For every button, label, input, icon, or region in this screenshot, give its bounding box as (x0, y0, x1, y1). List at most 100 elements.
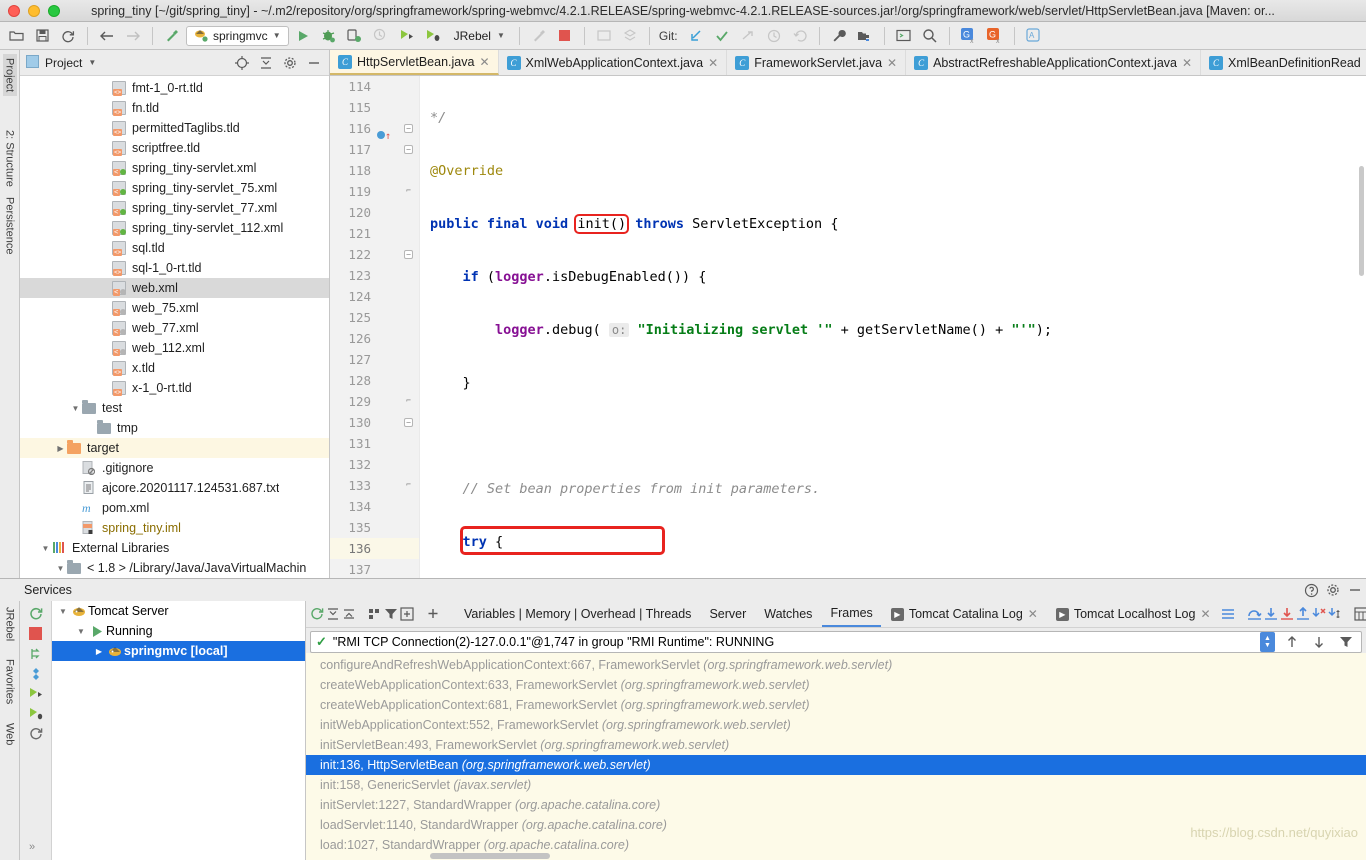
gutter-line[interactable]: 115 (330, 97, 419, 118)
project-tree-item[interactable]: tmp (20, 418, 329, 438)
frame-row[interactable]: init:158, GenericServlet (javax.servlet) (306, 775, 1366, 795)
gutter-line[interactable]: 118 (330, 160, 419, 181)
expand-all-icon[interactable] (326, 603, 340, 625)
translate-ocr-icon[interactable]: Gx (983, 24, 1007, 48)
chevron-toggle-icon[interactable]: ▼ (56, 607, 70, 616)
frame-row[interactable]: createWebApplicationContext:633, Framewo… (306, 675, 1366, 695)
gutter-line[interactable]: 124 (330, 286, 419, 307)
stop-icon[interactable] (553, 24, 577, 48)
back-arrow-icon[interactable] (95, 24, 119, 48)
gutter-line[interactable]: 125 (330, 307, 419, 328)
code-fold-icon[interactable]: − (404, 418, 413, 427)
layout-icon[interactable] (368, 603, 382, 625)
gutter-line[interactable]: 128 (330, 370, 419, 391)
project-tree-item[interactable]: ▼ test (20, 398, 329, 418)
frame-row[interactable]: initWebApplicationContext:552, Framework… (306, 715, 1366, 735)
project-tree-item[interactable]: web_112.xml (20, 338, 329, 358)
gutter-line[interactable]: 116 ↑ − (330, 118, 419, 142)
gutter-line[interactable]: 134 (330, 496, 419, 517)
close-icon[interactable]: ✕ (479, 55, 489, 69)
editor-tab[interactable]: CXmlBeanDefinitionRead✕ (1201, 50, 1366, 75)
chevron-down-icon[interactable]: ▼ (88, 58, 96, 67)
sidebar-item-favorites[interactable]: Favorites (3, 655, 17, 708)
project-tree-item[interactable]: ajcore.20201117.124531.687.txt (20, 478, 329, 498)
chevron-toggle-icon[interactable]: ▶ (92, 647, 106, 656)
step-out-icon[interactable] (1296, 603, 1310, 625)
project-tree-item[interactable]: scriptfree.tld (20, 138, 329, 158)
project-tree-item[interactable]: permittedTaglibs.tld (20, 118, 329, 138)
run-icon[interactable] (291, 24, 315, 48)
project-tree-item[interactable]: spring_tiny-servlet.xml (20, 158, 329, 178)
jrebel-run-icon[interactable] (29, 687, 42, 700)
chevron-toggle-icon[interactable]: ▼ (74, 627, 88, 636)
gutter-line[interactable]: 132 (330, 454, 419, 475)
run-configuration-selector[interactable]: springmvc ▼ (186, 25, 289, 46)
run-to-cursor-icon[interactable] (1327, 603, 1342, 625)
editor-tab[interactable]: C XmlWebApplicationContext.java ✕ (499, 50, 728, 75)
tab-frames[interactable]: Frames (822, 601, 881, 627)
gutter-line[interactable]: 129 ⌐ (330, 391, 419, 412)
console-lines-icon[interactable] (1221, 603, 1235, 625)
sidebar-item-structure[interactable]: 2: Structure (3, 126, 17, 191)
hide-panel-icon[interactable] (305, 54, 323, 72)
code-fold-icon[interactable]: − (404, 250, 413, 259)
chevron-down-icon[interactable]: ▼ (497, 31, 505, 40)
editor-code[interactable]: */ @Override public final void init() th… (420, 76, 1366, 602)
frame-row[interactable]: createWebApplicationContext:681, Framewo… (306, 695, 1366, 715)
project-tree-item[interactable]: ▼ < 1.8 > /Library/Java/JavaVirtualMachin (20, 558, 329, 578)
help-icon[interactable] (1300, 580, 1322, 600)
new-tab-icon[interactable] (400, 603, 414, 625)
step-into-icon[interactable] (1264, 603, 1278, 625)
code-fold-icon[interactable]: ⌐ (404, 187, 413, 196)
deploy-icon[interactable] (29, 667, 42, 680)
git-commit-icon[interactable] (710, 24, 734, 48)
code-fold-icon[interactable]: − (404, 145, 413, 154)
services-tree[interactable]: ▼ Tomcat Server ▼ Running ▶ springmvc [local] (52, 601, 306, 860)
gutter-line[interactable]: 117 − (330, 139, 419, 160)
minimize-icon[interactable] (1344, 580, 1366, 600)
editor-scrollbar[interactable] (1359, 166, 1364, 276)
tab-tomcat-localhost-log[interactable]: ▶ Tomcat Localhost Log ✕ (1048, 601, 1219, 627)
sidebar-item-web[interactable]: Web (3, 719, 17, 749)
debug-tab-bar[interactable]: Variables | Memory | Overhead | Threads … (306, 601, 1366, 628)
gutter-line[interactable]: 127 (330, 349, 419, 370)
sidebar-item-project[interactable]: Project (2, 54, 17, 97)
drop-frame-icon[interactable] (1311, 603, 1326, 625)
gutter-line[interactable]: 114 (330, 76, 419, 97)
editor-tab-bar[interactable]: C HttpServletBean.java ✕ C XmlWebApplication… (330, 50, 1366, 76)
close-icon[interactable]: ✕ (708, 56, 718, 70)
jrebel-run-icon[interactable] (395, 24, 419, 48)
project-tree-item[interactable]: sql-1_0-rt.tld (20, 258, 329, 278)
previous-frame-icon[interactable] (1281, 631, 1302, 653)
gear-icon[interactable] (1322, 580, 1344, 600)
project-tree-item[interactable]: sql.tld (20, 238, 329, 258)
translate-az-icon[interactable]: A (1022, 24, 1046, 48)
editor-area[interactable]: 114 115 116 ↑ −117 − 118 119 ⌐ 120 121 122 − 123 124 12… (330, 76, 1366, 602)
gutter-line[interactable]: 122 − (330, 244, 419, 265)
rerun-icon[interactable] (310, 603, 324, 625)
project-tree-item[interactable]: ▶ target (20, 438, 329, 458)
jrebel-debug-icon[interactable] (29, 707, 43, 720)
thread-selector[interactable]: ✓ "RMI TCP Connection(2)-127.0.0.1"@1,74… (310, 631, 1362, 653)
gutter-line[interactable]: 123 (330, 265, 419, 286)
code-fold-icon[interactable]: ⌐ (404, 481, 413, 490)
gutter-line[interactable]: 131 (330, 433, 419, 454)
step-over-icon[interactable] (1247, 603, 1262, 625)
sidebar-item-jrebel[interactable]: JRebel (3, 603, 17, 645)
frame-row[interactable]: configureAndRefreshWebApplicationContext… (306, 655, 1366, 675)
filter-icon[interactable] (384, 603, 398, 625)
expand-more-icon[interactable]: » (29, 841, 42, 854)
project-tree-item[interactable]: spring_tiny-servlet_77.xml (20, 198, 329, 218)
gear-icon[interactable] (281, 54, 299, 72)
frame-row[interactable]: init:136, HttpServletBean (org.springfra… (306, 755, 1366, 775)
tab-tomcat-catalina-log[interactable]: ▶ Tomcat Catalina Log ✕ (883, 601, 1046, 627)
restart-icon[interactable] (29, 647, 42, 660)
locate-icon[interactable] (233, 54, 251, 72)
editor-tab[interactable]: C FrameworkServlet.java ✕ (727, 50, 907, 75)
gutter-line[interactable]: 136 (330, 538, 419, 559)
stop-icon[interactable] (29, 627, 42, 640)
search-everywhere-icon[interactable] (918, 24, 942, 48)
project-tree-item[interactable]: m pom.xml (20, 498, 329, 518)
gutter-line[interactable]: 137 (330, 559, 419, 580)
code-fold-icon[interactable]: − (404, 124, 413, 133)
